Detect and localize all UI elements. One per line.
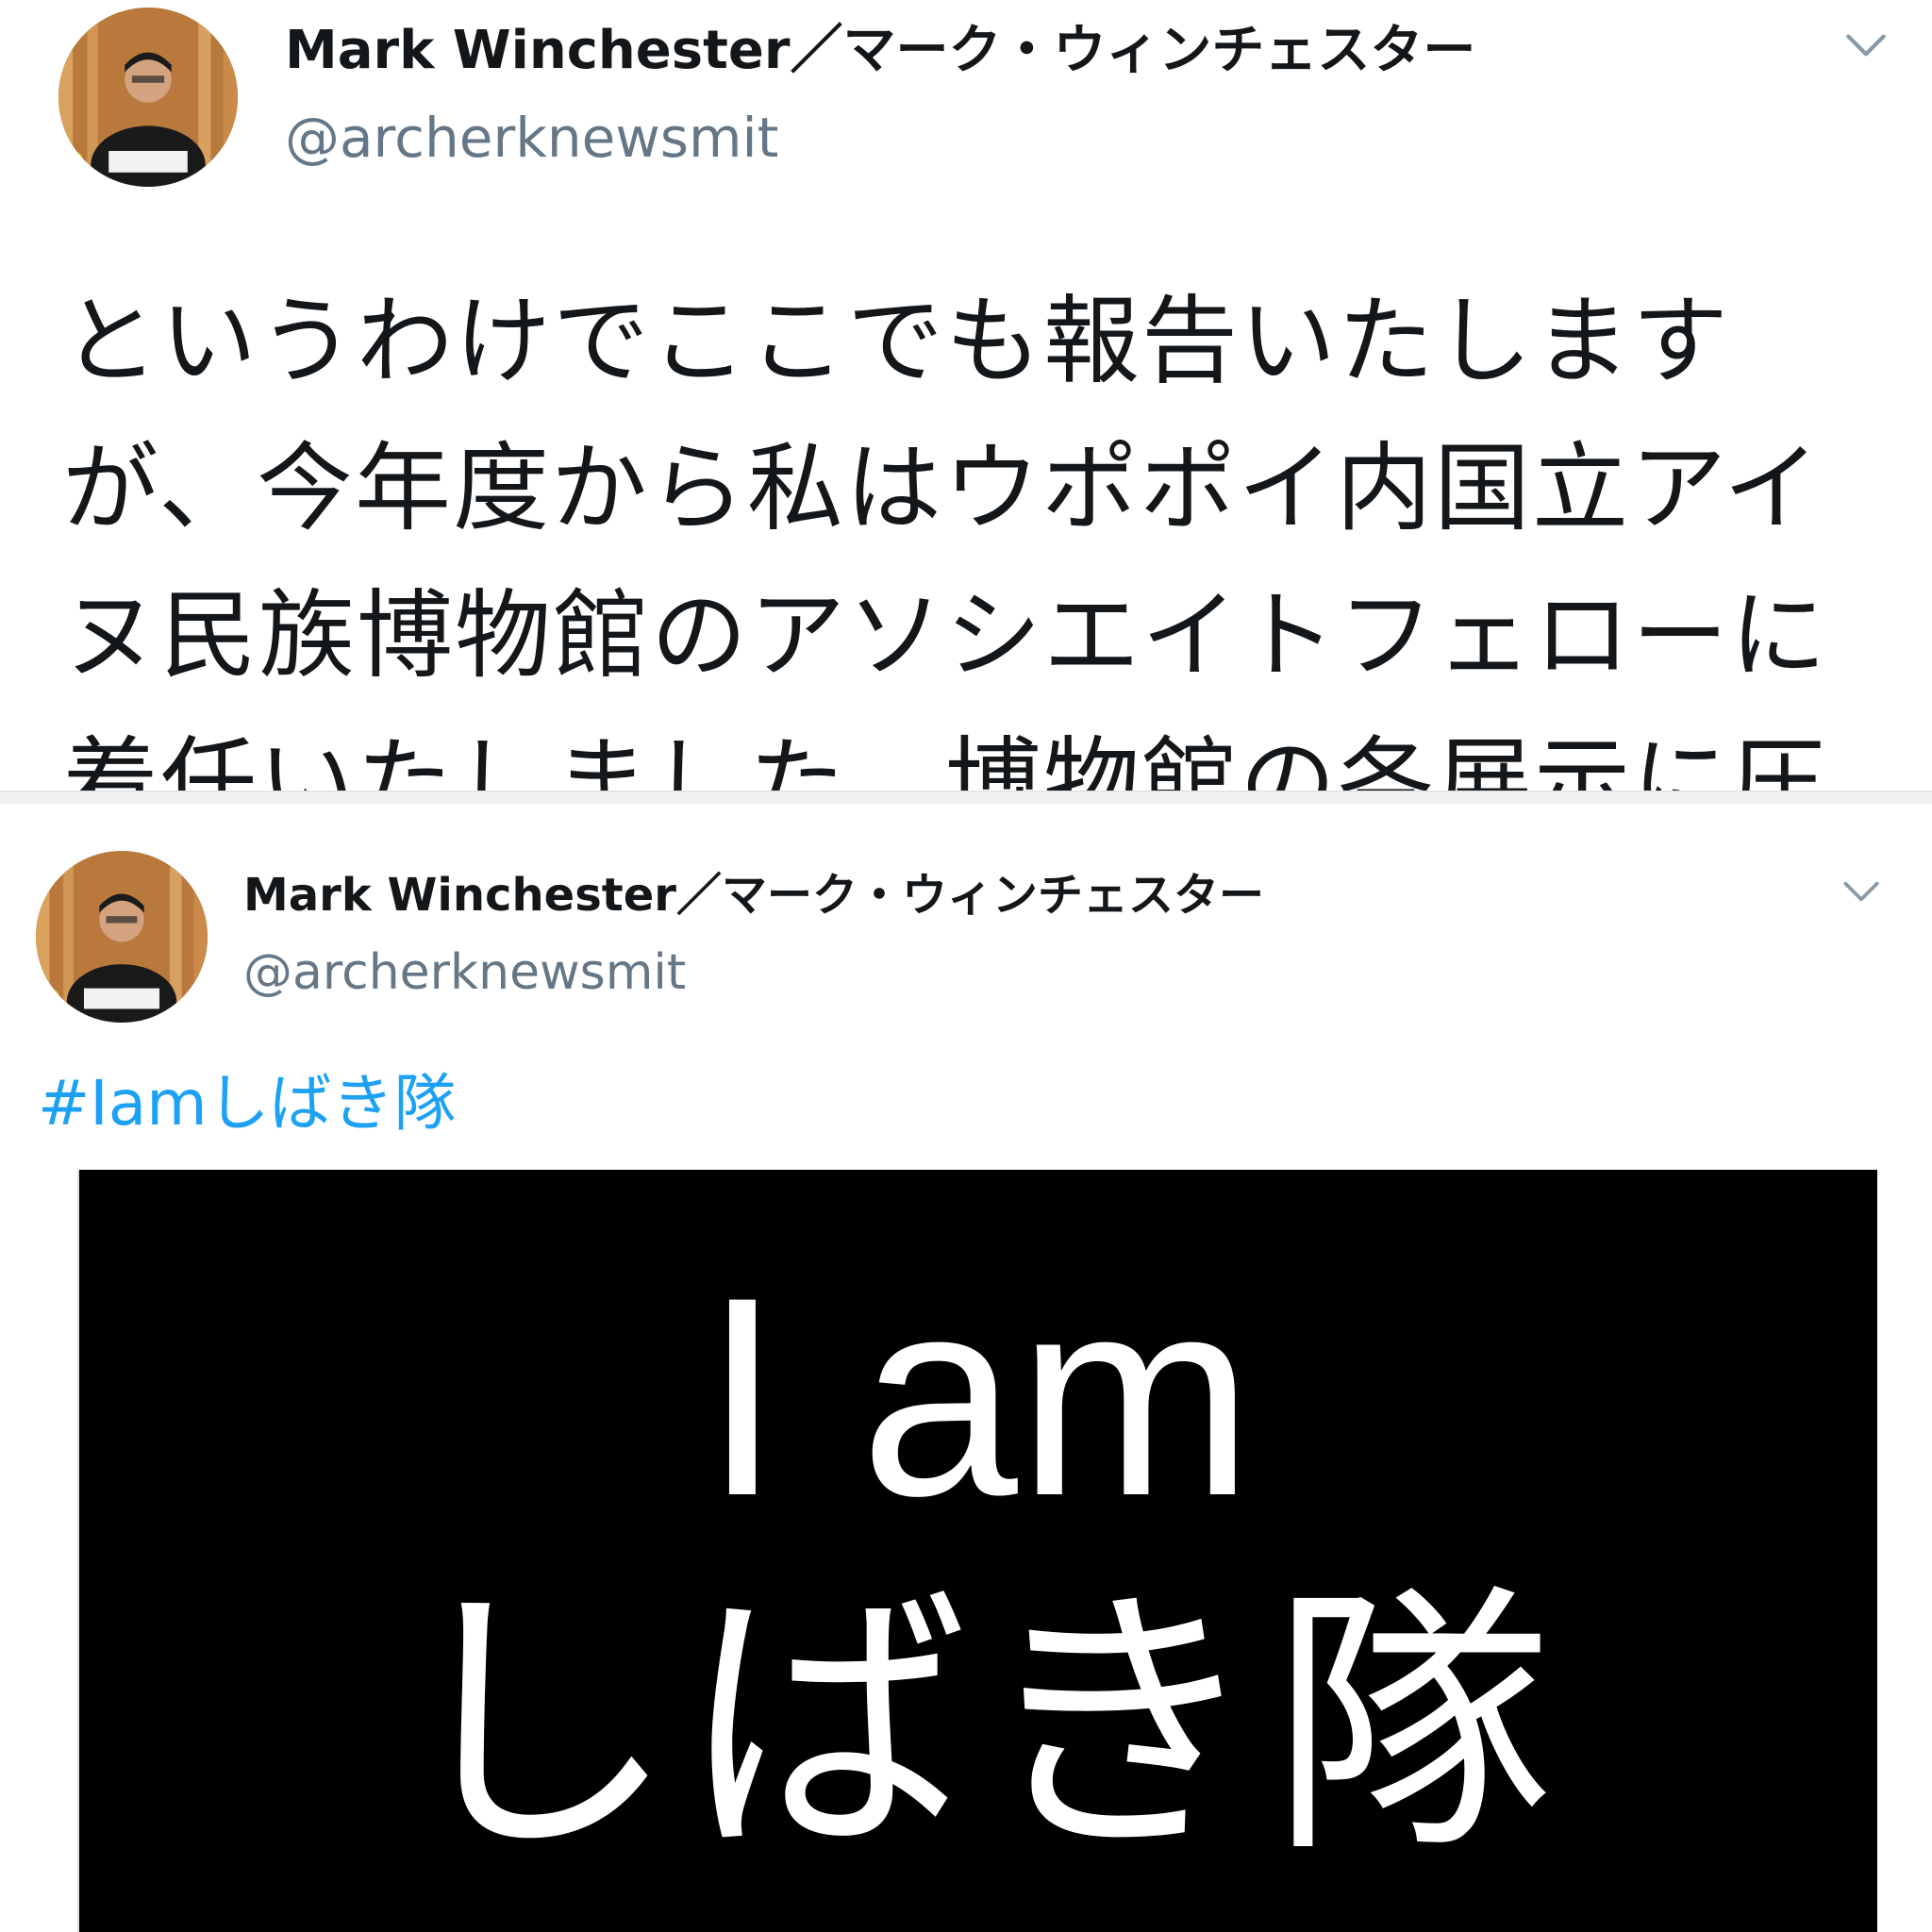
display-name[interactable]: Mark Winchester／マーク・ウィンチェスター — [285, 17, 1475, 85]
avatar[interactable] — [58, 8, 238, 187]
tweet-1[interactable]: Mark Winchester／マーク・ウィンチェスター @archerknew… — [0, 0, 1932, 840]
tweet-2[interactable]: Mark Winchester／マーク・ウィンチェスター @archerknew… — [0, 804, 1932, 1932]
chevron-down-icon[interactable] — [1838, 868, 1885, 915]
chevron-down-icon[interactable] — [1840, 19, 1892, 72]
avatar[interactable] — [36, 851, 208, 1023]
avatar-photo-icon — [36, 851, 208, 1023]
avatar-photo-icon — [58, 8, 238, 187]
tweet-separator — [0, 791, 1932, 804]
tweet-text: というわけでここでも報告いたします が、今年度から私はウポポイ内国立アイ ヌ民族… — [62, 269, 1883, 858]
media-text-line-2: しばき隊 — [393, 1561, 1563, 1890]
hashtag-link[interactable]: #Iamしばき隊 — [38, 1064, 457, 1143]
tweet-text-line: が、今年度から私はウポポイ内国立アイ — [62, 433, 1822, 545]
tweet-media-image[interactable]: I am しばき隊 — [77, 1170, 1877, 1932]
display-name[interactable]: Mark Winchester／マーク・ウィンチェスター — [243, 866, 1264, 924]
tweet-text-line: ヌ民族博物館のアソシエイトフェローに — [62, 580, 1828, 692]
user-handle[interactable]: @archerknewsmit — [243, 941, 686, 1004]
media-text-line-1: I am — [703, 1238, 1254, 1555]
tweet-text-line: というわけでここでも報告いたします — [62, 286, 1730, 398]
user-handle[interactable]: @archerknewsmit — [285, 104, 778, 172]
